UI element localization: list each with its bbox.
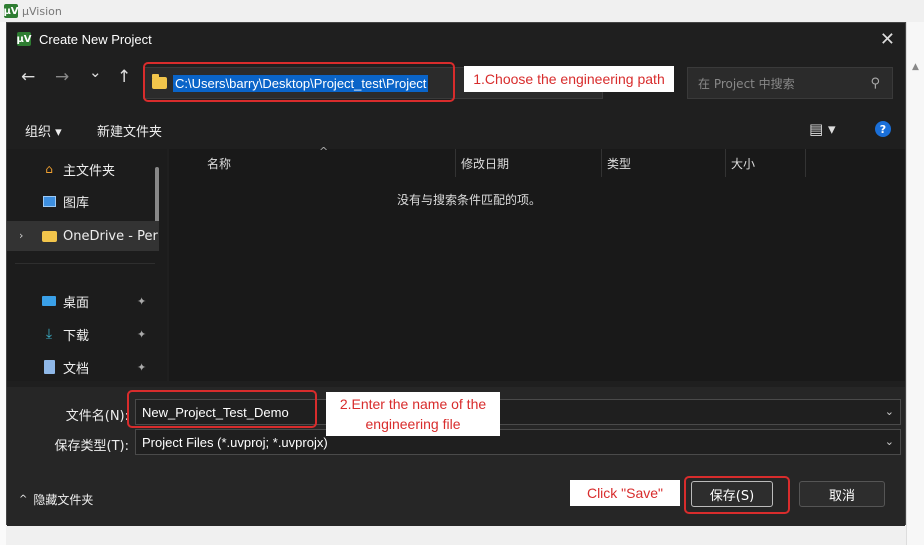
create-project-dialog: µV Create New Project ✕ ← → ⌄ ↑ C:\Users… [6, 22, 906, 526]
pin-icon[interactable]: ✦ [137, 361, 146, 374]
back-arrow-icon[interactable]: ← [21, 67, 35, 87]
uvision-logo-icon: µV [3, 4, 19, 18]
chevron-up-icon: ^ [19, 494, 28, 505]
sidebar-item-label: OneDrive - Per [63, 228, 158, 244]
sidebar-item-documents[interactable]: 文档 [41, 355, 89, 379]
filetype-dropdown-icon[interactable]: ⌄ [885, 435, 894, 448]
column-divider[interactable] [601, 149, 602, 177]
annotation-box-save [684, 476, 790, 514]
column-divider[interactable] [455, 149, 456, 177]
sidebar-item-desktop[interactable]: 桌面 [41, 289, 89, 313]
close-icon[interactable]: ✕ [880, 29, 895, 50]
recent-locations-chevron-icon[interactable]: ⌄ [89, 63, 102, 81]
annotation-label-step1: 1.Choose the engineering path [464, 66, 674, 92]
sidebar-item-gallery[interactable]: 图库 [41, 189, 89, 213]
dialog-titlebar: µV Create New Project ✕ [7, 23, 905, 55]
filetype-label: 保存类型(T): [54, 439, 129, 454]
sidebar-item-label: 图库 [63, 195, 90, 211]
filetype-select[interactable]: Project Files (*.uvproj; *.uvprojx) ⌄ [135, 429, 901, 455]
new-folder-button[interactable]: 新建文件夹 [97, 121, 162, 140]
sidebar-divider [15, 263, 155, 264]
file-list: ^ 名称 修改日期 类型 大小 没有与搜索条件匹配的项。 [169, 145, 905, 381]
forward-arrow-icon[interactable]: → [55, 67, 69, 87]
hide-folders-toggle[interactable]: ^ 隐藏文件夹 [19, 491, 93, 508]
view-options-icon[interactable]: ▤ ▾ [809, 120, 835, 138]
uvision-logo-icon: µV [16, 32, 32, 46]
search-placeholder: 在 Project 中搜索 [698, 76, 795, 91]
annotation-box-filename [127, 390, 317, 428]
background-app-right: ▲ [906, 22, 924, 545]
filename-dropdown-icon[interactable]: ⌄ [885, 405, 894, 418]
annotation-step2-line1: 2.Enter the name of the [339, 396, 487, 412]
sidebar-item-downloads[interactable]: ⤓ 下载 [41, 322, 89, 346]
help-icon[interactable]: ? [875, 121, 891, 137]
search-icon[interactable]: ⚲ [870, 76, 880, 91]
up-arrow-icon[interactable]: ↑ [117, 67, 131, 87]
column-header-type[interactable]: 类型 [607, 149, 631, 177]
app-titlebar: µV µVision [0, 0, 924, 22]
hide-folders-label: 隐藏文件夹 [33, 493, 94, 507]
sidebar-item-label: 桌面 [63, 295, 90, 311]
sidebar-item-label: 下载 [63, 328, 90, 344]
navigation-bar: ← → ⌄ ↑ C:\Users\barry\Desktop\Project_t… [7, 59, 905, 103]
filetype-value: Project Files (*.uvproj; *.uvprojx) [142, 434, 328, 450]
sidebar-item-home[interactable]: ⌂ 主文件夹 [41, 157, 115, 181]
column-header-size[interactable]: 大小 [731, 149, 755, 177]
column-divider[interactable] [805, 149, 806, 177]
sidebar-item-onedrive[interactable]: OneDrive - Per [41, 224, 158, 248]
annotation-step2-line2: engineering file [365, 416, 461, 432]
gallery-icon [41, 193, 57, 209]
dialog-title: Create New Project [39, 31, 152, 47]
pin-icon[interactable]: ✦ [137, 295, 146, 308]
column-header-modified[interactable]: 修改日期 [461, 149, 509, 177]
download-icon: ⤓ [45, 326, 53, 342]
empty-list-message: 没有与搜索条件匹配的项。 [396, 193, 541, 207]
desktop-icon [41, 293, 57, 309]
home-icon: ⌂ [45, 162, 53, 176]
scroll-up-icon[interactable]: ▲ [907, 62, 924, 72]
pin-icon[interactable]: ✦ [137, 328, 146, 341]
sidebar-item-label: 主文件夹 [63, 163, 116, 179]
organize-menu-button[interactable]: 组织 ▾ [25, 121, 62, 140]
sidebar-item-label: 文档 [63, 361, 90, 377]
navigation-pane: › ⌂ 主文件夹 图库 OneDrive - Per 桌面 ✦ ⤓ 下载 ✦ 文… [7, 149, 167, 381]
search-input[interactable]: 在 Project 中搜索 ⚲ [687, 67, 893, 99]
cancel-button[interactable]: 取消 [799, 481, 885, 507]
app-title: µVision [22, 4, 62, 18]
annotation-label-step3: Click "Save" [570, 480, 680, 506]
expand-chevron-icon[interactable]: › [19, 229, 23, 242]
sort-indicator-icon: ^ [319, 145, 329, 158]
document-icon [41, 359, 57, 375]
annotation-label-step2: 2.Enter the name of the engineering file [326, 392, 500, 436]
folder-icon [41, 228, 57, 244]
column-header-name[interactable]: 名称 [207, 149, 231, 177]
filename-label: 文件名(N): [65, 409, 129, 424]
command-toolbar: 组织 ▾ 新建文件夹 ▤ ▾ ? [7, 115, 905, 145]
annotation-box-path [143, 62, 455, 102]
column-divider[interactable] [725, 149, 726, 177]
